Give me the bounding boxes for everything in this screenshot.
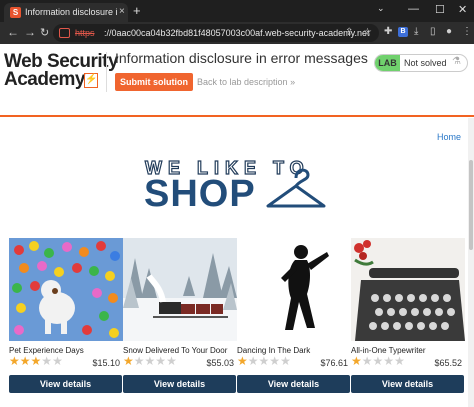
share-icon[interactable]: ⇪ (345, 27, 353, 38)
rating-stars: ★★★★★ (351, 354, 405, 368)
lab-badge: LAB (375, 55, 400, 71)
menu-icon[interactable]: ⋮ (462, 26, 472, 37)
banner-shop: SHOP (144, 173, 256, 215)
product-image-typewriter[interactable] (351, 238, 465, 341)
star-filled-icon: ★ (19, 354, 31, 368)
product-card: Dancing In The Dark ★★★★★ $76.61 View de… (237, 238, 351, 398)
product-price: $65.52 (434, 358, 462, 368)
url-scheme: https (75, 28, 95, 38)
product-price: $55.03 (206, 358, 234, 368)
minimize-button[interactable]: — (408, 3, 419, 15)
hanger-icon (266, 168, 326, 208)
logo-line2[interactable]: Academy (4, 70, 86, 89)
product-card: All-in-One Typewriter ★★★★★ $65.52 View … (351, 238, 465, 398)
product-price: $76.61 (320, 358, 348, 368)
product-price: $15.10 (92, 358, 120, 368)
logo-lightning-icon: ⚡ (84, 73, 98, 88)
url-text[interactable]: ://0aac00ca04b32fbd81f48057003c00af.web-… (104, 28, 370, 38)
browser-tab[interactable]: S Information disclosure in error m × (4, 3, 128, 22)
submit-solution-button[interactable]: Submit solution (115, 73, 193, 91)
tab-close-icon[interactable]: × (119, 6, 125, 17)
rating-stars: ★★★★★ (9, 354, 63, 368)
product-card: Snow Delivered To Your Door ★★★★★ $55.03… (123, 238, 237, 398)
star-empty-icon: ★ (133, 354, 145, 368)
browser-toolbar: ← → ↻ https ://0aac00ca04b32fbd81f480570… (0, 22, 474, 44)
bookmark-star-icon[interactable]: ☆ (363, 27, 372, 38)
back-to-lab-link[interactable]: Back to lab description » (197, 77, 295, 87)
rating-stars: ★★★★★ (237, 354, 291, 368)
download-icon[interactable]: ⤓ (414, 26, 418, 37)
header-divider (106, 52, 107, 92)
view-details-button[interactable]: View details (237, 375, 350, 393)
new-tab-button[interactable]: + (133, 3, 141, 18)
reload-icon[interactable]: ↻ (40, 26, 49, 39)
profile-icon[interactable]: ● (446, 26, 452, 37)
maximize-button[interactable]: ☐ (435, 3, 445, 16)
star-empty-icon: ★ (372, 354, 384, 368)
extensions-puzzle-icon[interactable]: ✚ (384, 26, 392, 37)
star-empty-icon: ★ (41, 354, 53, 368)
star-filled-icon: ★ (237, 354, 248, 368)
home-link[interactable]: Home (437, 132, 461, 142)
lab-title: Information disclosure in error messages (115, 50, 368, 66)
header-accent-line (0, 115, 474, 117)
product-card: Pet Experience Days ★★★★★ $15.10 View de… (9, 238, 123, 398)
star-empty-icon: ★ (166, 354, 177, 368)
star-empty-icon: ★ (280, 354, 291, 368)
not-secure-icon[interactable] (59, 28, 70, 38)
back-arrow-icon[interactable]: ← (7, 25, 19, 39)
double-chevron-icon: » (290, 77, 296, 87)
lab-status-widget: LAB Not solved ⚗ (374, 54, 468, 72)
product-image-dancing-silhouette[interactable] (237, 238, 351, 341)
star-empty-icon: ★ (269, 354, 281, 368)
tab-title: Information disclosure in error m (25, 7, 117, 17)
back-to-lab-label: Back to lab description (197, 77, 288, 87)
sidebar-icon[interactable]: ▯ (430, 26, 436, 37)
star-filled-icon: ★ (30, 354, 42, 368)
view-details-button[interactable]: View details (351, 375, 464, 393)
star-empty-icon: ★ (144, 354, 156, 368)
favicon-icon: S (10, 7, 21, 18)
rating-stars: ★★★★★ (123, 354, 177, 368)
star-empty-icon: ★ (258, 354, 270, 368)
star-empty-icon: ★ (155, 354, 167, 368)
browser-tab-bar: S Information disclosure in error m × + … (0, 0, 474, 22)
star-filled-icon: ★ (351, 354, 362, 368)
address-bar[interactable]: https ://0aac00ca04b32fbd81f48057003c00a… (53, 24, 379, 42)
view-details-button[interactable]: View details (123, 375, 236, 393)
close-window-button[interactable]: ✕ (458, 3, 467, 16)
star-filled-icon: ★ (123, 354, 134, 368)
product-image-snow-train[interactable] (123, 238, 237, 341)
star-empty-icon: ★ (361, 354, 373, 368)
tab-search-icon[interactable]: ⌄ (377, 3, 385, 14)
view-details-button[interactable]: View details (9, 375, 122, 393)
star-filled-icon: ★ (9, 354, 20, 368)
scrollbar-thumb[interactable] (469, 160, 473, 250)
extension-icon[interactable]: B (398, 27, 408, 37)
star-empty-icon: ★ (52, 354, 63, 368)
star-empty-icon: ★ (383, 354, 395, 368)
star-empty-icon: ★ (394, 354, 405, 368)
star-empty-icon: ★ (247, 354, 259, 368)
product-image-balloons[interactable] (9, 238, 123, 341)
flask-icon: ⚗ (452, 56, 461, 67)
lab-status-text: Not solved (404, 58, 447, 68)
forward-arrow-icon[interactable]: → (24, 25, 36, 39)
